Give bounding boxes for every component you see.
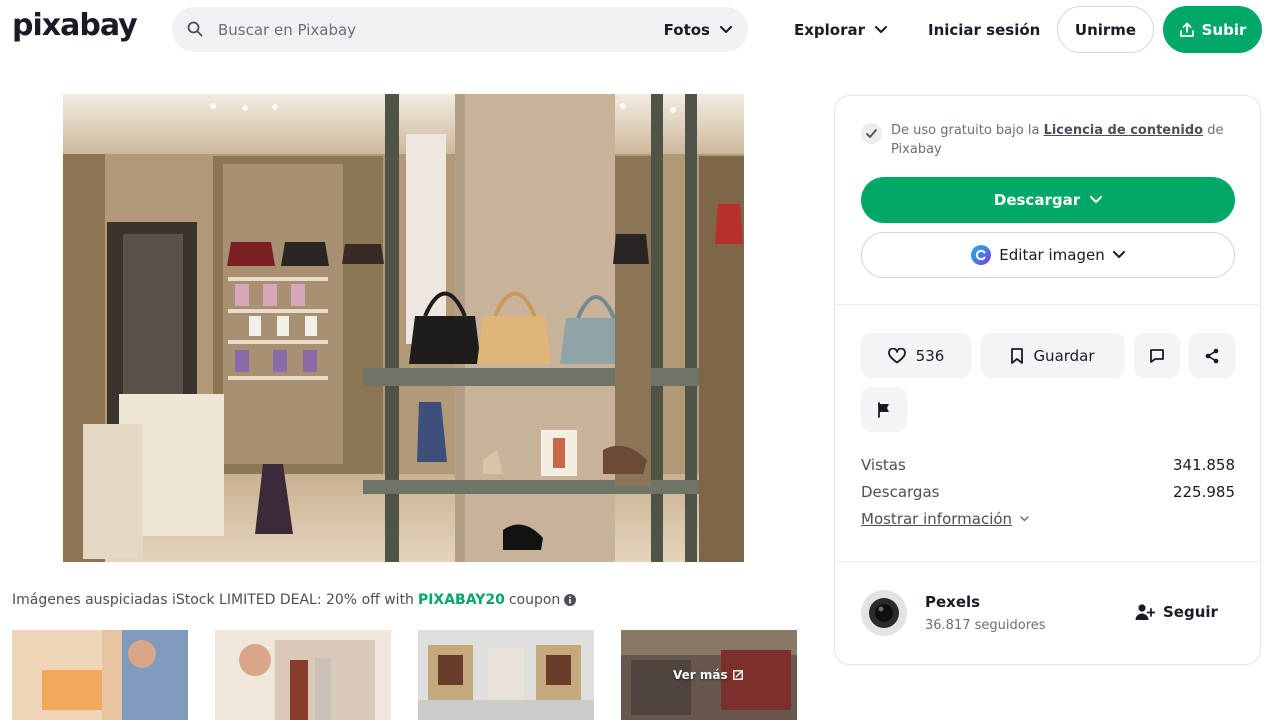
check-icon (861, 123, 882, 144)
user-name[interactable]: Pexels (925, 593, 980, 611)
chevron-down-icon (875, 26, 888, 34)
add-user-icon (1135, 603, 1155, 621)
editor-logo-icon (971, 245, 992, 265)
explore-menu[interactable]: Explorar (794, 0, 888, 60)
edit-image-button[interactable]: Editar imagen (861, 232, 1235, 278)
show-info-label: Mostrar información (861, 510, 1013, 528)
like-button[interactable]: 536 (861, 333, 971, 378)
stat-downloads: Descargas 225.985 (861, 483, 1235, 501)
upload-label: Subir (1201, 20, 1247, 39)
sponsored-banner: Imágenes auspiciadas iStock LIMITED DEAL… (12, 592, 577, 608)
share-button[interactable] (1189, 333, 1235, 378)
search-input[interactable] (218, 7, 638, 52)
external-link-icon (732, 670, 743, 680)
avatar[interactable] (861, 590, 907, 636)
comment-button[interactable] (1134, 333, 1180, 378)
like-count: 536 (915, 346, 945, 365)
search-type-label: Fotos (663, 20, 710, 39)
upload-button[interactable]: Subir (1163, 6, 1262, 53)
edit-image-label: Editar imagen (999, 246, 1105, 264)
panel-divider (835, 304, 1260, 305)
pixabay-logo[interactable]: pixabay (12, 8, 138, 43)
license-prefix: De uso gratuito bajo la (891, 123, 1044, 138)
comment-icon (1149, 348, 1165, 364)
coupon-code[interactable]: PIXABAY20 (418, 592, 505, 608)
stat-label: Descargas (861, 483, 940, 501)
chevron-down-icon (720, 25, 732, 34)
search-type-dropdown[interactable]: Fotos (664, 7, 732, 52)
login-link[interactable]: Iniciar sesión (928, 0, 1040, 60)
license-notice: De uso gratuito bajo la Licencia de cont… (861, 121, 1241, 159)
sponsored-thumb[interactable] (418, 630, 594, 720)
sponsored-text: Imágenes auspiciadas iStock LIMITED DEAL… (12, 592, 414, 608)
download-button[interactable]: Descargar (861, 177, 1235, 223)
join-button[interactable]: Unirme (1057, 6, 1154, 53)
chevron-down-icon (1020, 516, 1029, 522)
image-info-panel: De uso gratuito bajo la Licencia de cont… (834, 95, 1261, 665)
search-icon[interactable] (187, 21, 203, 37)
top-header: pixabay Fotos Explorar Iniciar sesión Un… (0, 0, 1266, 60)
upload-icon (1179, 22, 1195, 38)
download-label: Descargar (993, 191, 1081, 209)
save-label: Guardar (1033, 346, 1095, 365)
explore-label: Explorar (794, 21, 866, 39)
user-followers: 36.817 seguidores (925, 618, 1046, 633)
share-icon (1204, 348, 1220, 364)
sponsored-thumb-see-more[interactable]: Ver más (621, 630, 797, 720)
bookmark-icon (1011, 347, 1024, 364)
sponsored-thumb[interactable] (215, 630, 391, 720)
stat-label: Vistas (861, 456, 906, 474)
heart-icon (887, 347, 906, 364)
see-more-link[interactable]: Ver más (673, 668, 743, 682)
follow-button[interactable]: Seguir (1135, 594, 1218, 630)
panel-divider (835, 561, 1260, 562)
stat-value: 341.858 (1172, 456, 1235, 474)
flag-icon (877, 401, 891, 418)
main-photo[interactable] (63, 94, 744, 562)
stat-views: Vistas 341.858 (861, 456, 1235, 474)
sponsored-thumb[interactable] (12, 630, 188, 720)
follow-label: Seguir (1163, 603, 1218, 621)
report-button[interactable] (861, 387, 907, 432)
license-link[interactable]: Licencia de contenido (1044, 123, 1204, 138)
save-button[interactable]: Guardar (981, 333, 1125, 378)
info-icon[interactable] (564, 594, 577, 606)
search-bar[interactable]: Fotos (172, 7, 748, 52)
chevron-down-icon (1112, 251, 1125, 259)
stat-value: 225.985 (1172, 483, 1235, 501)
show-info-link[interactable]: Mostrar información (861, 510, 1029, 528)
chevron-down-icon (1090, 196, 1103, 204)
sponsored-suffix: coupon (508, 592, 561, 608)
